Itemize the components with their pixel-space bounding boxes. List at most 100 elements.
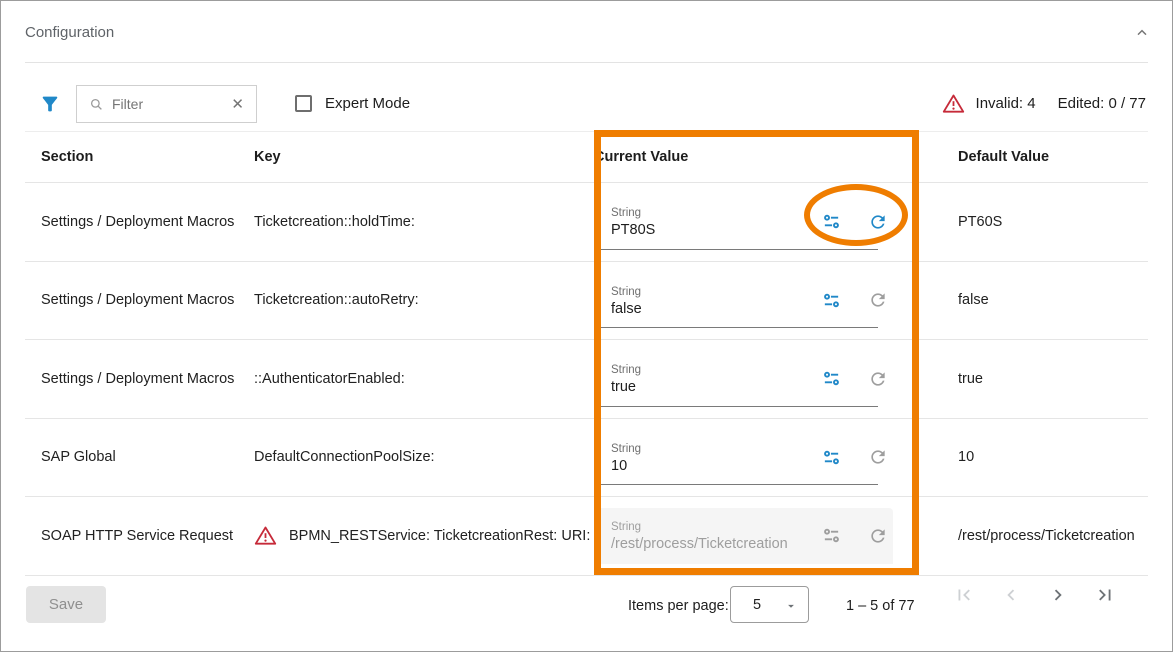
current-value-cell: String 10 (594, 429, 942, 485)
current-value-cell: String PT80S (594, 194, 942, 250)
value-field: String /rest/process/Ticketcreation (594, 508, 893, 564)
tune-button[interactable] (821, 369, 841, 389)
header-divider (25, 62, 1148, 63)
reset-button[interactable] (868, 369, 888, 389)
tune-icon (822, 526, 841, 545)
table-body: Settings / Deployment Macros Ticketcreat… (25, 183, 1148, 576)
configuration-panel: { "panel": { "title": "Configuration" },… (0, 0, 1173, 652)
filter-field: ✕ (76, 85, 257, 123)
current-value-cell: String true (594, 351, 942, 407)
value-field: String false (594, 272, 893, 328)
page-size-select[interactable]: 5 (730, 586, 809, 623)
table-row: SOAP HTTP Service Request BPMN_RESTServi… (25, 497, 1148, 576)
reset-button[interactable] (868, 526, 888, 546)
section-cell: SOAP HTTP Service Request (25, 528, 254, 544)
column-header-current-value: Current Value (594, 149, 942, 165)
key-cell: DefaultConnectionPoolSize: (254, 449, 594, 465)
default-value-cell: 10 (942, 449, 1148, 465)
default-value-cell: /rest/process/Ticketcreation (942, 528, 1148, 544)
last-page-icon (1094, 584, 1116, 606)
default-value-cell: PT60S (942, 214, 1148, 230)
value-field: String PT80S (594, 194, 893, 250)
section-cell: Settings / Deployment Macros (25, 371, 254, 387)
refresh-icon (868, 369, 888, 389)
column-header-default-value: Default Value (942, 149, 1148, 165)
tune-button[interactable] (821, 447, 841, 467)
refresh-icon (868, 447, 888, 467)
filter-funnel-icon[interactable] (39, 93, 61, 115)
key-text: Ticketcreation::autoRetry: (254, 292, 419, 308)
refresh-icon (868, 526, 888, 546)
refresh-icon (868, 212, 888, 232)
expert-mode-label: Expert Mode (325, 95, 410, 112)
collapse-panel-button[interactable] (1128, 19, 1156, 47)
items-per-page-label: Items per page: (628, 598, 729, 614)
edited-count: Edited: 0 / 77 (1058, 95, 1146, 112)
default-value-cell: false (942, 292, 1148, 308)
tune-button[interactable] (821, 526, 841, 546)
table-row: Settings / Deployment Macros Ticketcreat… (25, 183, 1148, 262)
value-field: String true (594, 351, 893, 407)
current-value-cell: String false (594, 272, 942, 328)
clear-filter-icon[interactable]: ✕ (229, 95, 246, 113)
current-value-cell: String /rest/process/Ticketcreation (594, 508, 942, 564)
key-text: BPMN_RESTService: TicketcreationRest: UR… (289, 528, 590, 544)
key-cell: ::AuthenticatorEnabled: (254, 371, 594, 387)
tune-button[interactable] (821, 290, 841, 310)
chevron-left-icon (1000, 584, 1022, 606)
column-header-section: Section (25, 149, 254, 165)
previous-page-button[interactable] (1000, 584, 1022, 606)
table-row: Settings / Deployment Macros Ticketcreat… (25, 262, 1148, 341)
configuration-table: Section Key Current Value Default Value … (25, 131, 1148, 576)
tune-icon (822, 448, 841, 467)
value-type-label: String (611, 286, 821, 298)
first-page-button[interactable] (953, 584, 975, 606)
value-field: String 10 (594, 429, 893, 485)
chevron-up-icon (1134, 25, 1150, 41)
page-size-value: 5 (753, 597, 761, 613)
toolbar: ✕ Expert Mode Invalid: 4 Edited: 0 / 77 (25, 85, 1148, 123)
chevron-down-icon (784, 599, 798, 613)
table-row: SAP Global DefaultConnectionPoolSize: St… (25, 419, 1148, 498)
column-header-key: Key (254, 149, 594, 165)
table-row: Settings / Deployment Macros ::Authentic… (25, 340, 1148, 419)
chevron-right-icon (1047, 584, 1069, 606)
key-text: ::AuthenticatorEnabled: (254, 371, 405, 387)
save-button[interactable]: Save (26, 586, 106, 623)
value-type-label: String (611, 521, 821, 533)
invalid-count: Invalid: 4 (976, 95, 1036, 112)
value-input[interactable]: false (611, 301, 821, 317)
section-cell: Settings / Deployment Macros (25, 214, 254, 230)
footer: Save Items per page: 5 1 – 5 of 77 (1, 575, 1172, 652)
paginator (953, 584, 1116, 606)
key-cell: BPMN_RESTService: TicketcreationRest: UR… (254, 525, 594, 546)
tune-icon (822, 291, 841, 310)
expert-mode-checkbox[interactable] (295, 95, 312, 112)
default-value-cell: true (942, 371, 1148, 387)
first-page-icon (953, 584, 975, 606)
value-type-label: String (611, 443, 821, 455)
warning-icon (942, 93, 965, 114)
page-range-label: 1 – 5 of 77 (846, 598, 915, 614)
reset-button[interactable] (868, 290, 888, 310)
value-input[interactable]: PT80S (611, 222, 821, 238)
table-header-row: Section Key Current Value Default Value (25, 131, 1148, 183)
section-cell: Settings / Deployment Macros (25, 292, 254, 308)
reset-button[interactable] (868, 212, 888, 232)
reset-button[interactable] (868, 447, 888, 467)
next-page-button[interactable] (1047, 584, 1069, 606)
key-text: Ticketcreation::holdTime: (254, 214, 415, 230)
value-input[interactable]: 10 (611, 458, 821, 474)
last-page-button[interactable] (1094, 584, 1116, 606)
value-input: /rest/process/Ticketcreation (611, 536, 821, 552)
value-input[interactable]: true (611, 379, 821, 395)
value-type-label: String (611, 364, 821, 376)
key-cell: Ticketcreation::holdTime: (254, 214, 594, 230)
tune-button[interactable] (821, 212, 841, 232)
value-type-label: String (611, 207, 821, 219)
tune-icon (822, 212, 841, 231)
key-text: DefaultConnectionPoolSize: (254, 449, 435, 465)
filter-input[interactable] (112, 96, 229, 112)
page-title: Configuration (25, 24, 114, 41)
refresh-icon (868, 290, 888, 310)
